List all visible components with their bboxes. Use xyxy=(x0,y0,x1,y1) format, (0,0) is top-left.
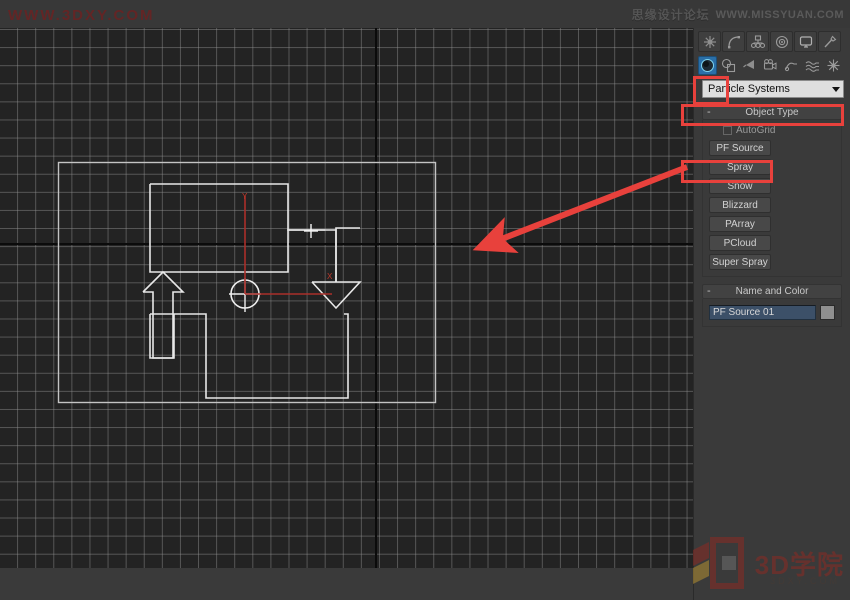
systems-icon xyxy=(826,58,841,73)
category-space-warps[interactable] xyxy=(803,56,822,75)
watermark-missyuan-cn: 思缘设计论坛 xyxy=(632,6,710,23)
category-shapes[interactable] xyxy=(719,56,738,75)
command-panel-tabs xyxy=(694,28,850,54)
rollout-name-and-color-body: PF Source 01 xyxy=(702,299,842,327)
category-helpers[interactable] xyxy=(782,56,801,75)
rollout-name-and-color: - Name and Color PF Source 01 xyxy=(702,284,842,327)
rollout-collapse-icon-2[interactable]: - xyxy=(707,286,711,297)
light-icon xyxy=(742,58,757,73)
shapes-icon xyxy=(721,58,736,73)
motion-icon xyxy=(775,35,789,49)
hierarchy-icon xyxy=(751,35,765,49)
object-button-super-spray[interactable]: Super Spray xyxy=(709,254,771,270)
display-icon xyxy=(799,35,813,49)
emitter-arrow-up xyxy=(143,272,183,358)
tab-utilities[interactable] xyxy=(818,31,841,52)
object-category-dropdown-value: Particle Systems xyxy=(708,83,790,95)
chevron-down-icon xyxy=(832,87,840,92)
command-panel: Particle Systems - Object Type AutoGrid … xyxy=(693,28,850,600)
axis-label-y: Y xyxy=(242,192,247,201)
watermark-missyuan: 思缘设计论坛 WWW.MISSYUAN.COM xyxy=(632,6,844,23)
rollout-object-type: - Object Type AutoGrid PF Source Spray S… xyxy=(702,105,842,277)
helper-icon xyxy=(784,58,799,73)
3d-box-icon xyxy=(689,534,747,592)
tab-hierarchy[interactable] xyxy=(746,31,769,52)
rollout-object-type-title: Object Type xyxy=(703,107,841,118)
emitter-shape-upper xyxy=(150,184,325,272)
emitter-arrow-down xyxy=(312,228,360,308)
object-color-swatch[interactable] xyxy=(820,305,835,320)
autogrid-row[interactable]: AutoGrid xyxy=(723,125,835,136)
rollout-object-type-header[interactable]: - Object Type xyxy=(702,105,842,120)
object-button-pcloud[interactable]: PCloud xyxy=(709,235,771,251)
name-and-color-row: PF Source 01 xyxy=(709,305,835,320)
autogrid-checkbox[interactable] xyxy=(723,126,732,135)
autogrid-label: AutoGrid xyxy=(736,125,775,136)
watermark-missyuan-en: WWW.MISSYUAN.COM xyxy=(716,9,844,21)
watermark-3dxy: WWW.3DXY.COM xyxy=(8,7,155,24)
top-watermark-bar: WWW.3DXY.COM 思缘设计论坛 WWW.MISSYUAN.COM xyxy=(0,0,850,28)
tab-motion[interactable] xyxy=(770,31,793,52)
object-button-parray[interactable]: PArray xyxy=(709,216,771,232)
category-lights[interactable] xyxy=(740,56,759,75)
object-button-pf-source[interactable]: PF Source xyxy=(709,140,771,156)
object-name-input[interactable]: PF Source 01 xyxy=(709,305,816,320)
category-systems[interactable] xyxy=(824,56,843,75)
rollout-collapse-icon[interactable]: - xyxy=(707,107,711,118)
brand-logo-3dxy: 3D学院 3DXY.COM xyxy=(689,534,844,592)
create-category-row xyxy=(694,54,850,78)
curve-icon xyxy=(727,35,741,49)
object-button-blizzard[interactable]: Blizzard xyxy=(709,197,771,213)
star-icon xyxy=(703,35,717,49)
hammer-icon xyxy=(823,35,837,49)
3dsmax-window: WWW.3DXY.COM 思缘设计论坛 WWW.MISSYUAN.COM xyxy=(0,0,850,600)
tab-create[interactable] xyxy=(698,31,721,52)
object-type-button-grid: PF Source Spray Snow Blizzard PArray PCl… xyxy=(709,140,835,270)
object-category-dropdown[interactable]: Particle Systems xyxy=(702,80,844,98)
rollout-name-and-color-header[interactable]: - Name and Color xyxy=(702,284,842,299)
category-geometry[interactable] xyxy=(698,56,717,75)
axis-label-x: X xyxy=(327,272,332,281)
brand-sub-name: 3DXY.COM xyxy=(770,576,840,586)
object-button-snow[interactable]: Snow xyxy=(709,178,771,194)
wave-icon xyxy=(805,58,820,73)
camera-icon xyxy=(763,58,778,73)
category-cameras[interactable] xyxy=(761,56,780,75)
pf-source-emitter-gizmo[interactable] xyxy=(0,28,693,568)
tab-modify[interactable] xyxy=(722,31,745,52)
sphere-icon xyxy=(700,58,715,73)
tab-display[interactable] xyxy=(794,31,817,52)
rollout-object-type-body: AutoGrid PF Source Spray Snow Blizzard P… xyxy=(702,120,842,277)
rollout-name-and-color-title: Name and Color xyxy=(703,286,841,297)
emitter-shape-lower xyxy=(150,314,348,398)
object-button-spray[interactable]: Spray xyxy=(709,159,771,175)
perspective-viewport[interactable]: Y X xyxy=(0,28,693,568)
